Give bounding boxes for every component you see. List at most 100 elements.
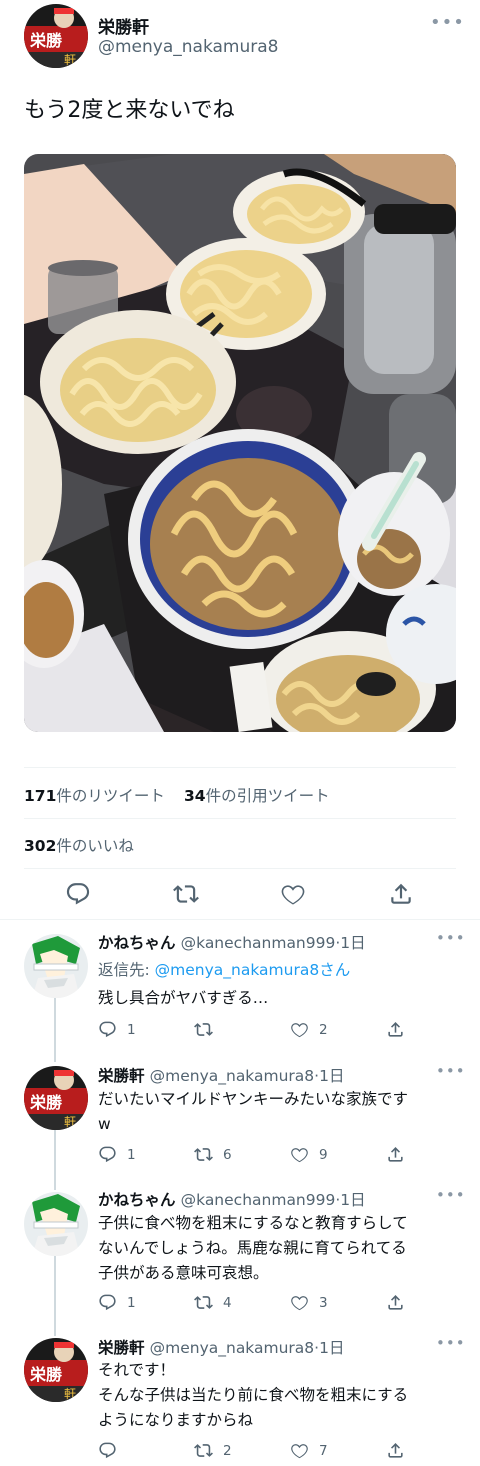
reply-text-line: ようになりますからね bbox=[98, 1411, 254, 1429]
like-icon bbox=[290, 1020, 309, 1039]
retweet-button[interactable]: 6 bbox=[194, 1145, 290, 1164]
tweet-photo[interactable] bbox=[24, 154, 456, 732]
section-divider bbox=[0, 919, 480, 920]
reply-count: 1 bbox=[127, 1146, 136, 1163]
share-icon bbox=[386, 1145, 405, 1164]
reply-header: かねちゃん @kanechanman999·1日 bbox=[98, 1188, 366, 1210]
reply-count: 1 bbox=[127, 1021, 136, 1038]
reply-text: だいたいマイルドヤンキーみたいな家族です w bbox=[98, 1087, 408, 1137]
retweets-label: 件のリツイート bbox=[56, 787, 165, 805]
reply-author-handle[interactable]: @menya_nakamura8 bbox=[150, 1067, 315, 1085]
reply-author-name[interactable]: かねちゃん bbox=[98, 934, 176, 952]
reply-time[interactable]: ·1日 bbox=[335, 934, 365, 952]
like-count: 2 bbox=[319, 1021, 328, 1038]
reply-header: かねちゃん @kanechanman999·1日 bbox=[98, 931, 366, 953]
more-dots-icon[interactable]: ••• bbox=[436, 1062, 466, 1080]
retweet-count: 6 bbox=[223, 1146, 232, 1163]
anime-character-avatar-image bbox=[24, 934, 88, 998]
retweet-stats[interactable]: 171件のリツイート bbox=[24, 784, 165, 806]
reply-text-line: 子供に食べ物を粗末にするなと教育すらして bbox=[98, 1214, 408, 1232]
reply-header: 栄勝軒 @menya_nakamura8·1日 bbox=[98, 1064, 344, 1086]
reply-count: 1 bbox=[127, 1294, 136, 1311]
reply-button[interactable]: 1 bbox=[98, 1293, 194, 1312]
divider bbox=[24, 868, 456, 869]
reply-to-mention[interactable]: @menya_nakamura8さん bbox=[155, 961, 351, 979]
reply-button[interactable] bbox=[98, 1441, 194, 1460]
retweet-button[interactable] bbox=[194, 1020, 290, 1039]
share-icon bbox=[386, 1293, 405, 1312]
tweet-text: もう2度と来ないでね bbox=[24, 98, 235, 123]
author-avatar[interactable] bbox=[24, 4, 88, 68]
retweet-icon[interactable] bbox=[173, 881, 199, 907]
share-icon bbox=[386, 1441, 405, 1460]
reply-author-handle[interactable]: @menya_nakamura8 bbox=[150, 1339, 315, 1357]
reply-author-handle[interactable]: @kanechanman999 bbox=[181, 934, 336, 952]
retweet-icon bbox=[194, 1145, 213, 1164]
share-icon bbox=[386, 1020, 405, 1039]
thread-line bbox=[54, 1256, 56, 1336]
more-dots-icon[interactable]: ••• bbox=[436, 929, 466, 947]
reply-button[interactable]: 1 bbox=[98, 1020, 194, 1039]
author-name[interactable]: 栄勝軒 bbox=[98, 13, 149, 38]
reply-header: 栄勝軒 @menya_nakamura8·1日 bbox=[98, 1336, 344, 1358]
reply-avatar[interactable] bbox=[24, 934, 88, 998]
like-stats[interactable]: 302件のいいね bbox=[24, 834, 134, 856]
reply-icon bbox=[98, 1020, 117, 1039]
retweet-icon bbox=[194, 1020, 213, 1039]
reply-time[interactable]: ·1日 bbox=[335, 1191, 365, 1209]
reply-avatar[interactable] bbox=[24, 1338, 88, 1402]
share-button[interactable] bbox=[386, 1293, 480, 1312]
like-button[interactable]: 2 bbox=[290, 1020, 386, 1039]
author-handle[interactable]: @menya_nakamura8 bbox=[98, 37, 278, 57]
reply-text: 子供に食べ物を粗末にするなと教育すらして ないんでしょうね。馬鹿な親に育てられて… bbox=[98, 1211, 408, 1286]
more-dots-icon[interactable]: ••• bbox=[436, 1334, 466, 1352]
reply-author-handle[interactable]: @kanechanman999 bbox=[181, 1191, 336, 1209]
reply-icon bbox=[98, 1145, 117, 1164]
quotes-count: 34 bbox=[184, 787, 206, 805]
thread-line bbox=[54, 998, 56, 1062]
retweet-button[interactable]: 4 bbox=[194, 1293, 290, 1312]
reply-text: 残し具合がヤバすぎる… bbox=[98, 989, 269, 1007]
reply-actions: 1 4 3 bbox=[98, 1293, 480, 1312]
like-count: 3 bbox=[319, 1294, 328, 1311]
reply-button[interactable]: 1 bbox=[98, 1145, 194, 1164]
shop-logo-avatar-image bbox=[24, 1338, 88, 1402]
share-icon[interactable] bbox=[388, 881, 414, 907]
reply-icon bbox=[98, 1293, 117, 1312]
share-button[interactable] bbox=[386, 1145, 480, 1164]
divider bbox=[24, 818, 456, 819]
reply-icon[interactable] bbox=[65, 881, 91, 907]
like-count: 9 bbox=[319, 1146, 328, 1163]
reply-avatar[interactable] bbox=[24, 1066, 88, 1130]
ramen-table-photo bbox=[24, 154, 456, 732]
reply-avatar[interactable] bbox=[24, 1192, 88, 1256]
reply-time[interactable]: ·1日 bbox=[314, 1067, 344, 1085]
retweets-count: 171 bbox=[24, 787, 57, 805]
likes-count: 302 bbox=[24, 837, 57, 855]
reply-text-line: w bbox=[98, 1115, 111, 1133]
like-button[interactable]: 7 bbox=[290, 1441, 386, 1460]
reply-time[interactable]: ·1日 bbox=[314, 1339, 344, 1357]
like-icon[interactable] bbox=[280, 881, 306, 907]
reply-text: それです！ そんな子供は当たり前に食べ物を粗末にする ようになりますからね bbox=[98, 1358, 408, 1433]
share-button[interactable] bbox=[386, 1441, 480, 1460]
shop-logo-avatar-image bbox=[24, 1066, 88, 1130]
quote-stats[interactable]: 34件の引用ツイート bbox=[184, 784, 330, 806]
thread-line bbox=[54, 1130, 56, 1190]
reply-to-prefix: 返信先: bbox=[98, 961, 155, 979]
like-count: 7 bbox=[319, 1442, 328, 1459]
quotes-label: 件の引用ツイート bbox=[205, 787, 330, 805]
reply-author-name[interactable]: 栄勝軒 bbox=[98, 1339, 145, 1357]
shop-logo-avatar-image bbox=[24, 4, 88, 68]
like-button[interactable]: 3 bbox=[290, 1293, 386, 1312]
retweet-count: 2 bbox=[223, 1442, 232, 1459]
reply-author-name[interactable]: 栄勝軒 bbox=[98, 1067, 145, 1085]
like-icon bbox=[290, 1145, 309, 1164]
share-button[interactable] bbox=[386, 1020, 480, 1039]
retweet-button[interactable]: 2 bbox=[194, 1441, 290, 1460]
more-dots-icon[interactable]: ••• bbox=[430, 12, 465, 33]
retweet-icon bbox=[194, 1441, 213, 1460]
like-button[interactable]: 9 bbox=[290, 1145, 386, 1164]
reply-author-name[interactable]: かねちゃん bbox=[98, 1191, 176, 1209]
more-dots-icon[interactable]: ••• bbox=[436, 1186, 466, 1204]
